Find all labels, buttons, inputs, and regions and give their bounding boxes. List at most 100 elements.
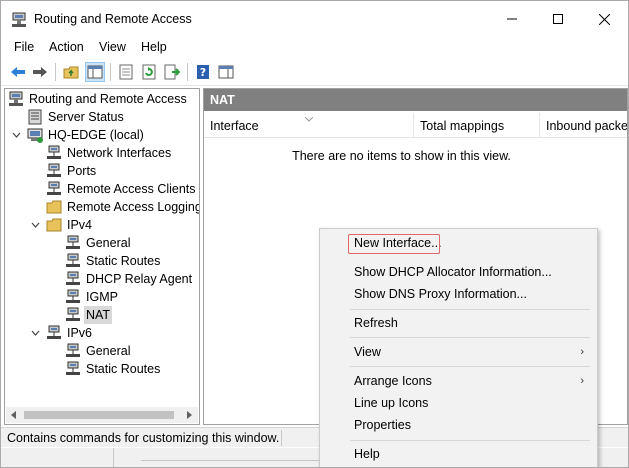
scroll-left-arrow-icon[interactable] bbox=[11, 411, 16, 419]
back-button[interactable] bbox=[8, 62, 28, 82]
minimize-icon bbox=[507, 18, 517, 20]
remote-clients-icon bbox=[47, 181, 61, 195]
menu-item-show-dhcp-allocator[interactable]: Show DHCP Allocator Information... bbox=[321, 262, 596, 283]
tree-label: DHCP Relay Agent bbox=[86, 272, 193, 286]
collapse-arrow-icon[interactable] bbox=[31, 221, 40, 230]
forward-icon bbox=[33, 67, 47, 77]
status-text: Contains commands for customizing this w… bbox=[7, 431, 280, 445]
network-node-icon bbox=[66, 235, 80, 249]
tree-horizontal-scrollbar[interactable] bbox=[6, 407, 198, 423]
close-button[interactable] bbox=[581, 1, 627, 37]
app-window: Routing and Remote Access File Action Vi… bbox=[0, 0, 629, 468]
server-status-icon bbox=[28, 109, 42, 125]
export-list-button[interactable] bbox=[162, 62, 182, 82]
menu-item-label: View bbox=[354, 345, 381, 359]
menu-item-refresh[interactable]: Refresh bbox=[321, 313, 596, 334]
tree-label: IGMP bbox=[86, 290, 118, 304]
up-folder-icon bbox=[63, 66, 79, 79]
menu-item-label: Arrange Icons bbox=[354, 374, 432, 388]
scroll-right-arrow-icon[interactable] bbox=[187, 411, 192, 419]
column-label: Interface bbox=[210, 119, 259, 133]
network-node-icon bbox=[47, 325, 61, 339]
scrollbar-thumb[interactable] bbox=[24, 411, 174, 419]
console-tree[interactable]: Routing and Remote Access Server Status … bbox=[4, 88, 200, 425]
minimize-button[interactable] bbox=[489, 1, 535, 37]
menu-action[interactable]: Action bbox=[49, 40, 84, 54]
up-one-level-button[interactable] bbox=[61, 62, 81, 82]
column-header-total-mappings[interactable]: Total mappings bbox=[414, 113, 540, 137]
show-hide-action-pane-icon bbox=[218, 65, 234, 79]
tree-label: Static Routes bbox=[86, 362, 161, 376]
tree-label: HQ-EDGE (local) bbox=[48, 128, 144, 142]
export-list-icon bbox=[164, 64, 180, 80]
show-hide-tree-icon bbox=[87, 65, 103, 79]
maximize-icon bbox=[553, 14, 563, 24]
menu-item-new-interface[interactable]: New Interface... bbox=[321, 233, 596, 254]
sort-chevron-icon bbox=[305, 117, 313, 122]
empty-list-message: There are no items to show in this view. bbox=[292, 149, 511, 163]
submenu-arrow-icon: › bbox=[580, 375, 584, 387]
network-node-icon bbox=[66, 361, 80, 375]
properties-icon bbox=[119, 64, 133, 80]
menu-item-label: Show DNS Proxy Information... bbox=[354, 287, 527, 301]
menu-item-label: Properties bbox=[354, 418, 411, 432]
network-node-icon bbox=[66, 343, 80, 357]
tree-label: Remote Access Logging bbox=[67, 200, 200, 214]
menu-file[interactable]: File bbox=[14, 40, 34, 54]
routing-app-icon bbox=[12, 12, 26, 27]
server-up-icon bbox=[27, 128, 43, 143]
refresh-icon bbox=[142, 64, 156, 80]
tree-label: General bbox=[86, 344, 131, 358]
menu-item-label: Line up Icons bbox=[354, 396, 429, 410]
column-label: Total mappings bbox=[420, 119, 505, 133]
back-icon bbox=[11, 67, 25, 77]
window-title: Routing and Remote Access bbox=[34, 12, 192, 26]
context-menu: New Interface... Show DHCP Allocator Inf… bbox=[319, 228, 598, 467]
title-bar: Routing and Remote Access bbox=[1, 1, 628, 37]
tree-label: General bbox=[86, 236, 131, 250]
menu-item-label: Show DHCP Allocator Information... bbox=[354, 265, 552, 279]
tree-label: Ports bbox=[67, 164, 97, 178]
tree-label: NAT bbox=[84, 306, 113, 324]
collapse-arrow-icon[interactable] bbox=[31, 329, 40, 338]
tree-label: Server Status bbox=[48, 110, 124, 124]
tree-label: IPv4 bbox=[67, 218, 93, 232]
folder-icon bbox=[46, 200, 62, 214]
tree-label: Remote Access Clients (0) bbox=[67, 182, 200, 196]
tree-label: Routing and Remote Access bbox=[29, 92, 187, 106]
network-node-icon bbox=[66, 271, 80, 285]
details-title: NAT bbox=[204, 89, 627, 111]
network-node-icon bbox=[66, 307, 80, 321]
help-icon: ? bbox=[197, 65, 209, 79]
menu-item-line-up-icons[interactable]: Line up Icons bbox=[321, 393, 596, 414]
submenu-arrow-icon: › bbox=[580, 346, 584, 358]
close-icon bbox=[598, 13, 610, 25]
menu-help[interactable]: Help bbox=[141, 40, 167, 54]
menu-item-show-dns-proxy[interactable]: Show DNS Proxy Information... bbox=[321, 284, 596, 305]
svg-text:?: ? bbox=[200, 66, 206, 79]
menu-item-arrange-icons[interactable]: Arrange Icons › bbox=[321, 371, 596, 392]
column-header-interface[interactable]: Interface bbox=[204, 113, 414, 137]
routing-server-icon bbox=[9, 91, 23, 106]
network-node-icon bbox=[47, 145, 61, 159]
collapse-arrow-icon[interactable] bbox=[12, 131, 21, 140]
menu-item-properties[interactable]: Properties bbox=[321, 415, 596, 436]
help-button[interactable]: ? bbox=[193, 62, 213, 82]
menu-item-view[interactable]: View › bbox=[321, 342, 596, 363]
menu-bar: File Action View Help bbox=[1, 37, 628, 58]
maximize-button[interactable] bbox=[535, 1, 581, 37]
show-hide-action-pane-button[interactable] bbox=[216, 62, 236, 82]
menu-item-label: Refresh bbox=[354, 316, 398, 330]
properties-button[interactable] bbox=[116, 62, 136, 82]
show-hide-tree-button[interactable] bbox=[85, 62, 105, 82]
refresh-button[interactable] bbox=[139, 62, 159, 82]
folder-icon bbox=[46, 218, 62, 232]
menu-view[interactable]: View bbox=[99, 40, 126, 54]
menu-item-help[interactable]: Help bbox=[321, 444, 596, 465]
forward-button[interactable] bbox=[30, 62, 50, 82]
tree-label: Static Routes bbox=[86, 254, 161, 268]
menu-item-label: Help bbox=[354, 447, 380, 461]
column-header-inbound-packets[interactable]: Inbound packets bbox=[540, 113, 628, 137]
ports-icon bbox=[47, 163, 61, 177]
column-label: Inbound packets bbox=[546, 119, 628, 133]
